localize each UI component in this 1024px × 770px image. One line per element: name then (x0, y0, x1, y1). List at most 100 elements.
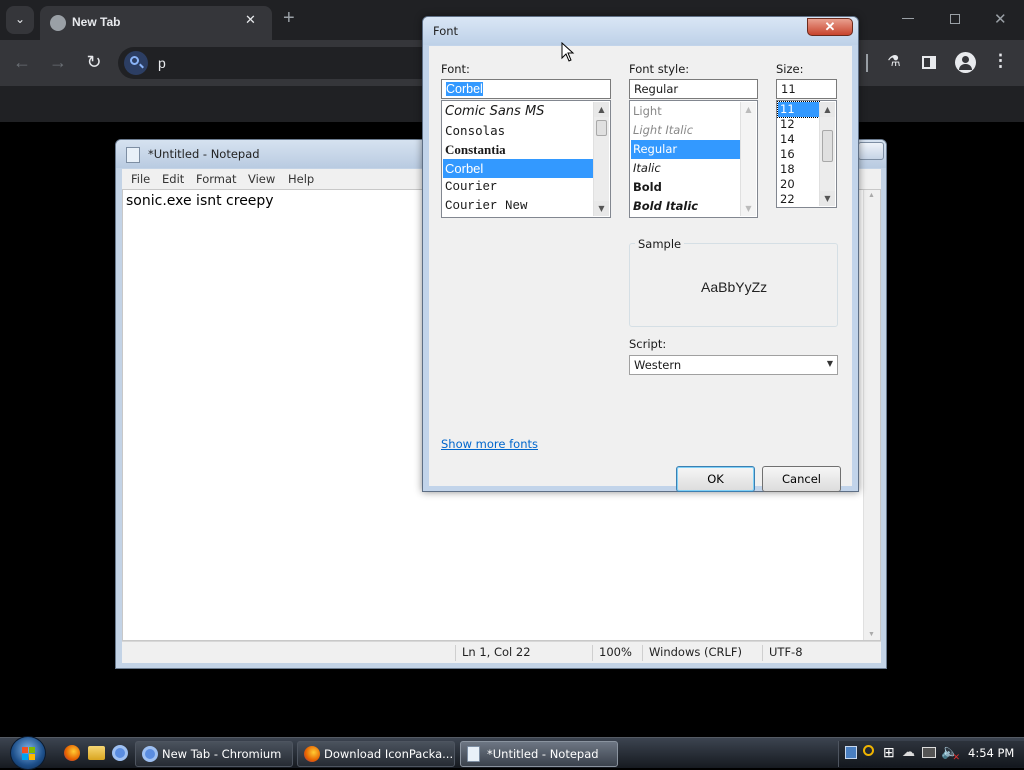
notepad-vertical-scrollbar[interactable]: ▲ ▼ (863, 190, 880, 640)
tray-volume-muted-icon[interactable]: 🔈✕ (941, 743, 966, 762)
status-line-endings: Windows (CRLF) (642, 645, 742, 661)
back-icon[interactable]: ← (8, 49, 36, 77)
tray-shield-icon[interactable]: ⊞ (883, 744, 895, 761)
font-style-list[interactable]: Light Light Italic Regular Italic Bold B… (629, 100, 758, 218)
font-style-value: Regular (634, 82, 679, 96)
forward-icon[interactable]: → (44, 49, 72, 77)
size-item-22[interactable]: 22 (778, 192, 819, 207)
script-select[interactable]: Western ▼ (629, 355, 838, 375)
tab-close-icon[interactable]: ✕ (245, 12, 256, 28)
menu-edit[interactable]: Edit (162, 172, 184, 186)
size-label: Size: (776, 62, 804, 76)
profile-avatar-icon[interactable] (955, 52, 976, 73)
tab-search-dropdown-icon[interactable]: ⌄ (6, 6, 34, 34)
quicklaunch-explorer-icon[interactable] (88, 746, 105, 760)
chromium-icon (142, 746, 158, 762)
reload-icon[interactable]: ↻ (80, 49, 108, 77)
font-label: Font: (441, 62, 470, 76)
font-name-value: Corbel (446, 82, 483, 96)
tray-cloud-icon[interactable]: ☁ (902, 744, 915, 760)
taskbar-item-chromium[interactable]: New Tab - Chromium (135, 741, 293, 767)
font-item-corbel[interactable]: Corbel (443, 159, 593, 178)
size-list[interactable]: 11 12 14 16 18 20 22 ▲ ▼ (776, 100, 837, 208)
scroll-up-icon[interactable]: ▲ (820, 102, 835, 117)
tray-network-icon[interactable] (922, 747, 936, 758)
font-item-courier[interactable]: Courier (443, 178, 593, 197)
labs-flask-icon[interactable]: ⚗ (880, 49, 908, 77)
style-item-light[interactable]: Light (631, 102, 740, 121)
size-item-20[interactable]: 20 (778, 177, 819, 192)
scroll-down-icon[interactable]: ▼ (594, 201, 609, 216)
font-item-courier-new[interactable]: Courier New (443, 197, 593, 216)
chevron-down-icon: ▼ (826, 359, 833, 368)
status-zoom: 100% (592, 645, 632, 661)
omnibox-search-icon (124, 51, 148, 75)
menu-file[interactable]: File (131, 172, 150, 186)
tray-security-icon[interactable] (845, 746, 857, 759)
omnibox-text[interactable]: p (158, 55, 166, 71)
style-item-bold-italic[interactable]: Bold Italic (631, 197, 740, 216)
quicklaunch-firefox-icon[interactable] (64, 745, 80, 761)
window-minimize-icon[interactable] (902, 18, 914, 19)
toolbar-divider (866, 54, 868, 72)
sample-label: Sample (635, 237, 685, 251)
menu-format[interactable]: Format (196, 172, 237, 186)
size-input[interactable]: 11 (776, 79, 837, 99)
style-item-regular[interactable]: Regular (631, 140, 740, 159)
chromium-tab-new-tab[interactable]: New Tab ✕ (40, 6, 272, 40)
font-dialog-titlebar[interactable]: Font (423, 17, 858, 45)
ok-button[interactable]: OK (676, 466, 755, 492)
notepad-statusbar: Ln 1, Col 22 100% Windows (CRLF) UTF-8 (122, 641, 881, 663)
firefox-icon (304, 746, 320, 762)
font-name-input[interactable]: Corbel (441, 79, 611, 99)
style-item-light-italic[interactable]: Light Italic (631, 121, 740, 140)
scroll-down-icon[interactable]: ▼ (741, 201, 756, 216)
font-dialog-title: Font (433, 24, 459, 38)
size-list-scrollbar[interactable]: ▲ ▼ (819, 102, 835, 206)
status-position: Ln 1, Col 22 (455, 645, 531, 661)
size-value: 11 (781, 82, 796, 96)
size-item-18[interactable]: 18 (778, 162, 819, 177)
tray-search-icon[interactable] (863, 745, 874, 756)
style-item-bold[interactable]: Bold (631, 178, 740, 197)
font-item-comic-sans[interactable]: Comic Sans MS (443, 102, 593, 121)
scroll-thumb[interactable] (822, 130, 833, 162)
scroll-down-icon[interactable]: ▼ (820, 191, 835, 206)
scroll-thumb[interactable] (596, 120, 607, 136)
new-tab-favicon (50, 15, 66, 31)
scroll-up-icon[interactable]: ▲ (594, 102, 609, 117)
omnibox[interactable]: p (118, 47, 424, 79)
size-item-16[interactable]: 16 (778, 147, 819, 162)
cancel-button[interactable]: Cancel (762, 466, 841, 492)
window-close-icon[interactable]: ✕ (994, 10, 1007, 28)
size-item-14[interactable]: 14 (778, 132, 819, 147)
notepad-restore-icon[interactable] (858, 142, 884, 160)
menu-view[interactable]: View (248, 172, 275, 186)
show-more-fonts-link[interactable]: Show more fonts (441, 437, 538, 451)
font-list-scrollbar[interactable]: ▲ ▼ (593, 102, 609, 216)
style-item-italic[interactable]: Italic (631, 159, 740, 178)
font-dialog-close-button[interactable]: ✕ (807, 18, 853, 36)
taskbar-clock[interactable]: 4:54 PM (968, 746, 1014, 760)
font-item-constantia[interactable]: Constantia (443, 140, 593, 159)
menu-help[interactable]: Help (288, 172, 314, 186)
side-panel-icon[interactable] (922, 56, 936, 69)
chrome-menu-icon[interactable]: ⋮ (992, 51, 1009, 71)
taskbar-item-notepad[interactable]: *Untitled - Notepad (460, 741, 618, 767)
new-tab-plus-icon[interactable]: + (283, 8, 295, 28)
font-style-input[interactable]: Regular (629, 79, 758, 99)
mouse-cursor-icon (561, 41, 575, 65)
window-restore-icon[interactable] (950, 14, 960, 24)
scroll-up-icon[interactable]: ▲ (741, 102, 756, 117)
taskbar-item-firefox[interactable]: Download IconPacka... (297, 741, 455, 767)
start-orb-icon[interactable] (10, 736, 46, 770)
script-label: Script: (629, 337, 667, 351)
font-item-consolas[interactable]: Consolas (443, 121, 593, 140)
quicklaunch-chromium-icon[interactable] (112, 745, 128, 761)
font-style-label: Font style: (629, 62, 690, 76)
style-list-scrollbar[interactable]: ▲ ▼ (740, 102, 756, 216)
size-item-11[interactable]: 11 (777, 101, 820, 118)
size-item-12[interactable]: 12 (778, 117, 819, 132)
font-name-list[interactable]: Comic Sans MS Consolas Constantia Corbel… (441, 100, 611, 218)
taskbar-item-label: Download IconPacka... (324, 747, 454, 761)
